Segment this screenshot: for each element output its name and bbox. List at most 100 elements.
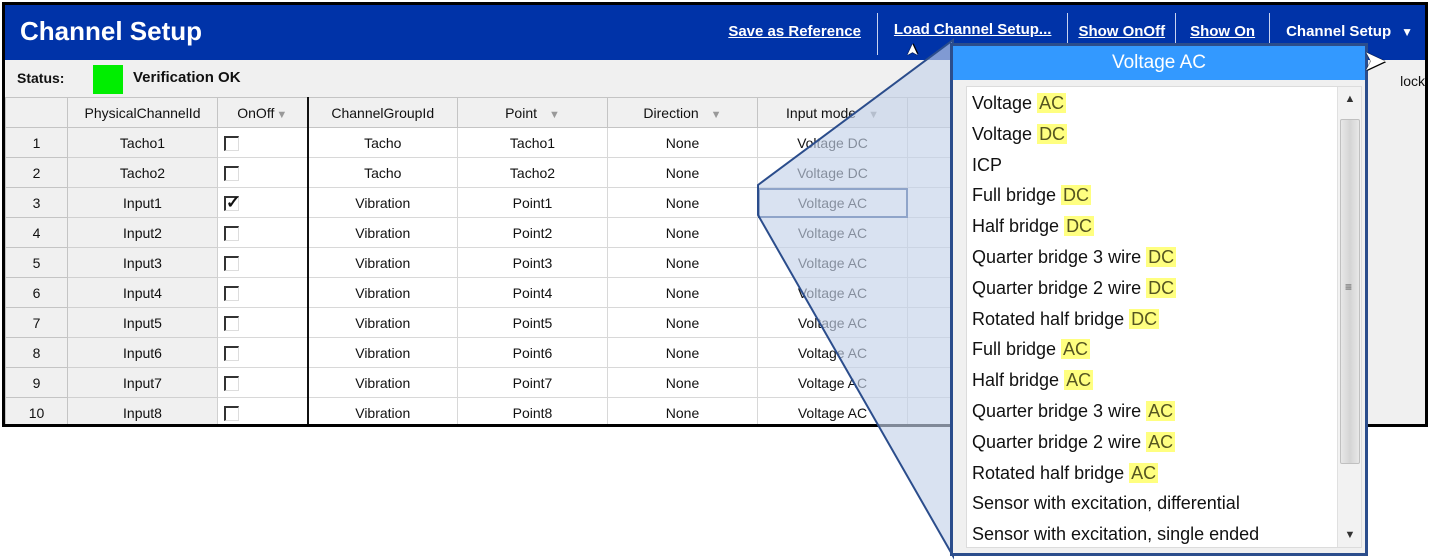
- dropdown-option[interactable]: Quarter bridge 3 wire DC: [972, 242, 1177, 272]
- point-cell[interactable]: Point6: [457, 337, 608, 368]
- onoff-cell[interactable]: [217, 187, 309, 218]
- input-mode-cell[interactable]: Voltage AC: [757, 247, 908, 278]
- point-cell[interactable]: Point5: [457, 307, 608, 338]
- direction-cell[interactable]: None: [607, 127, 758, 158]
- onoff-checkbox[interactable]: [224, 165, 239, 181]
- physical-channel-cell[interactable]: Input4: [67, 277, 218, 308]
- dropdown-option[interactable]: Half bridge DC: [972, 211, 1095, 241]
- direction-cell[interactable]: None: [607, 307, 758, 338]
- direction-cell[interactable]: None: [607, 337, 758, 368]
- show-on-link[interactable]: Show On: [1176, 23, 1269, 40]
- dropdown-option[interactable]: Sensor with excitation, single ended: [972, 519, 1259, 549]
- onoff-cell[interactable]: [217, 307, 309, 338]
- point-cell[interactable]: Point4: [457, 277, 608, 308]
- channel-group-cell[interactable]: Vibration: [307, 187, 458, 218]
- dropdown-option[interactable]: Quarter bridge 2 wire AC: [972, 427, 1176, 457]
- dropdown-option[interactable]: Rotated half bridge DC: [972, 304, 1160, 334]
- onoff-cell[interactable]: [217, 277, 309, 308]
- point-cell[interactable]: Point8: [457, 397, 608, 424]
- channel-setup-menu[interactable]: Channel Setup ▼: [1270, 23, 1425, 40]
- onoff-checkbox[interactable]: [224, 193, 240, 213]
- filter-icon[interactable]: ▼: [868, 109, 879, 121]
- point-cell[interactable]: Point1: [457, 187, 608, 218]
- header-physical-channel-id[interactable]: PhysicalChannelId: [67, 97, 218, 128]
- direction-cell[interactable]: None: [607, 217, 758, 248]
- point-cell[interactable]: Tacho2: [457, 157, 608, 188]
- onoff-cell[interactable]: [217, 247, 309, 278]
- input-mode-cell[interactable]: Voltage DC: [757, 127, 908, 158]
- physical-channel-cell[interactable]: Input2: [67, 217, 218, 248]
- dropdown-option[interactable]: Sensor with excitation, differential: [972, 488, 1240, 518]
- physical-channel-cell[interactable]: Input5: [67, 307, 218, 338]
- onoff-checkbox[interactable]: [224, 345, 239, 361]
- input-mode-cell[interactable]: Voltage AC: [757, 187, 908, 218]
- dropdown-option[interactable]: ICP: [972, 150, 1002, 180]
- onoff-cell[interactable]: [217, 127, 309, 158]
- dropdown-option[interactable]: Half bridge AC: [972, 365, 1094, 395]
- header-point[interactable]: Point ▼: [457, 97, 608, 128]
- filter-icon[interactable]: ▼: [711, 109, 722, 121]
- direction-cell[interactable]: None: [607, 157, 758, 188]
- onoff-checkbox[interactable]: [224, 285, 239, 301]
- dropdown-option[interactable]: Voltage DC: [972, 119, 1068, 149]
- dropdown-selected-value[interactable]: Voltage AC: [953, 46, 1365, 80]
- onoff-cell[interactable]: [217, 217, 309, 248]
- save-as-reference-link[interactable]: Save as Reference: [712, 23, 877, 40]
- direction-cell[interactable]: None: [607, 187, 758, 218]
- input-mode-cell[interactable]: Voltage AC: [757, 277, 908, 308]
- physical-channel-cell[interactable]: Input6: [67, 337, 218, 368]
- point-cell[interactable]: Point7: [457, 367, 608, 398]
- onoff-cell[interactable]: [217, 157, 309, 188]
- header-input-mode[interactable]: Input mode ▼: [757, 97, 908, 128]
- header-channel-group-id[interactable]: ChannelGroupId: [307, 97, 458, 128]
- direction-cell[interactable]: None: [607, 277, 758, 308]
- onoff-checkbox[interactable]: [224, 255, 239, 271]
- scroll-down-arrow-icon[interactable]: ▼: [1338, 529, 1362, 541]
- channel-group-cell[interactable]: Vibration: [307, 367, 458, 398]
- channel-group-cell[interactable]: Tacho: [307, 157, 458, 188]
- physical-channel-cell[interactable]: Tacho1: [67, 127, 218, 158]
- onoff-cell[interactable]: [217, 367, 309, 398]
- onoff-checkbox[interactable]: [224, 315, 239, 331]
- physical-channel-cell[interactable]: Input1: [67, 187, 218, 218]
- point-cell[interactable]: Point2: [457, 217, 608, 248]
- load-channel-setup-link[interactable]: Load Channel Setup...: [878, 21, 1068, 38]
- scroll-up-arrow-icon[interactable]: ▲: [1338, 93, 1362, 105]
- onoff-cell[interactable]: [217, 397, 309, 424]
- channel-group-cell[interactable]: Vibration: [307, 247, 458, 278]
- direction-cell[interactable]: None: [607, 247, 758, 278]
- onoff-checkbox[interactable]: [224, 135, 239, 151]
- input-mode-cell[interactable]: Voltage AC: [757, 397, 908, 424]
- dropdown-option[interactable]: Quarter bridge 3 wire AC: [972, 396, 1176, 426]
- onoff-checkbox[interactable]: [224, 375, 239, 391]
- scrollbar-thumb[interactable]: ≡: [1340, 119, 1360, 464]
- channel-group-cell[interactable]: Vibration: [307, 217, 458, 248]
- show-onoff-link[interactable]: Show OnOff: [1068, 23, 1175, 40]
- direction-cell[interactable]: None: [607, 397, 758, 424]
- dropdown-option[interactable]: Quarter bridge 2 wire DC: [972, 273, 1177, 303]
- physical-channel-cell[interactable]: Input8: [67, 397, 218, 424]
- dropdown-option[interactable]: Full bridge AC: [972, 334, 1091, 364]
- channel-group-cell[interactable]: Vibration: [307, 307, 458, 338]
- filter-icon[interactable]: ▼: [549, 109, 560, 121]
- input-mode-cell[interactable]: Voltage AC: [757, 367, 908, 398]
- point-cell[interactable]: Point3: [457, 247, 608, 278]
- filter-icon[interactable]: ▼: [276, 109, 287, 121]
- channel-group-cell[interactable]: Vibration: [307, 277, 458, 308]
- direction-cell[interactable]: None: [607, 367, 758, 398]
- dropdown-scrollbar[interactable]: ▲ ≡ ▼: [1337, 87, 1361, 547]
- channel-group-cell[interactable]: Vibration: [307, 397, 458, 424]
- onoff-cell[interactable]: [217, 337, 309, 368]
- physical-channel-cell[interactable]: Input3: [67, 247, 218, 278]
- onoff-checkbox[interactable]: [224, 225, 239, 241]
- dropdown-option[interactable]: Voltage AC: [972, 88, 1067, 118]
- onoff-checkbox[interactable]: [224, 405, 239, 421]
- physical-channel-cell[interactable]: Tacho2: [67, 157, 218, 188]
- input-mode-cell[interactable]: Voltage AC: [757, 217, 908, 248]
- channel-group-cell[interactable]: Tacho: [307, 127, 458, 158]
- input-mode-cell[interactable]: Voltage AC: [757, 307, 908, 338]
- input-mode-cell[interactable]: Voltage DC: [757, 157, 908, 188]
- dropdown-option[interactable]: Full bridge DC: [972, 180, 1092, 210]
- header-direction[interactable]: Direction ▼: [607, 97, 758, 128]
- input-mode-cell[interactable]: Voltage AC: [757, 337, 908, 368]
